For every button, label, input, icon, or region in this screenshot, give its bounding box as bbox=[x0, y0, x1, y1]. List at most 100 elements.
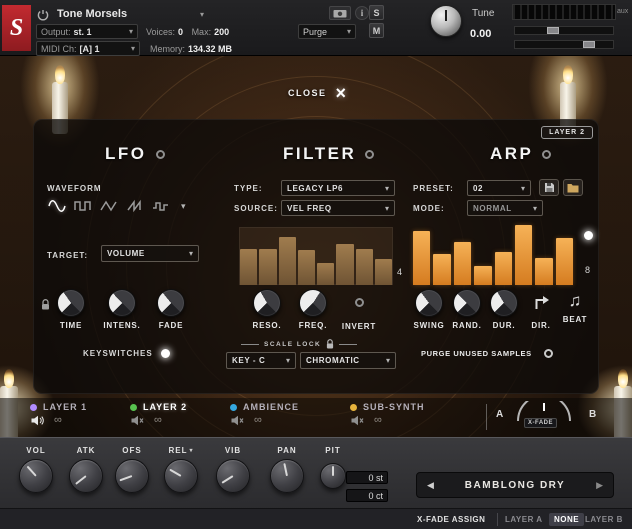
filter-step-table[interactable] bbox=[239, 227, 393, 285]
layer-label[interactable]: LAYER 1 bbox=[43, 402, 87, 412]
step-bar[interactable] bbox=[556, 238, 573, 285]
aux-slider-1[interactable] bbox=[514, 26, 614, 35]
step-bar[interactable] bbox=[433, 254, 450, 285]
vibrato-knob[interactable] bbox=[216, 459, 250, 493]
purge-samples-led[interactable] bbox=[544, 349, 553, 358]
sine-wave-button[interactable] bbox=[45, 197, 69, 215]
step-bar[interactable] bbox=[535, 258, 552, 285]
link-icon[interactable]: ∞ bbox=[154, 415, 162, 426]
lock-icon[interactable] bbox=[41, 297, 50, 315]
intensity-knob[interactable] bbox=[108, 289, 136, 317]
filter-type-dropdown[interactable]: LEGACY LP6 ▾ bbox=[281, 180, 395, 196]
pitch-cents-field[interactable]: 0 ct bbox=[346, 489, 388, 502]
layer-item-4[interactable]: SUB-SYNTH ∞ bbox=[350, 402, 425, 426]
next-sample-icon[interactable]: ▶ bbox=[596, 480, 603, 491]
solo-button[interactable]: S bbox=[369, 5, 384, 20]
saw-wave-button[interactable] bbox=[123, 197, 147, 215]
offset-knob[interactable] bbox=[115, 459, 149, 493]
invert-led[interactable] bbox=[355, 298, 364, 307]
preset-dropdown[interactable]: 02 ▾ bbox=[467, 180, 531, 196]
speaker-muted-icon[interactable] bbox=[351, 415, 364, 426]
time-knob[interactable] bbox=[57, 289, 85, 317]
arp-steps-count[interactable]: 8 bbox=[585, 265, 590, 275]
attack-knob[interactable] bbox=[69, 459, 103, 493]
mode-dropdown[interactable]: NORMAL ▾ bbox=[467, 200, 543, 216]
snapshot-camera-button[interactable] bbox=[329, 6, 351, 20]
prev-sample-icon[interactable]: ◀ bbox=[427, 480, 434, 491]
save-preset-button[interactable] bbox=[539, 179, 559, 196]
target-dropdown[interactable]: VOLUME ▾ bbox=[101, 245, 199, 262]
midi-channel-dropdown[interactable]: MIDI Ch: [A] 1 ▾ bbox=[36, 41, 140, 56]
speaker-on-icon[interactable] bbox=[31, 415, 44, 426]
link-icon[interactable]: ∞ bbox=[54, 415, 62, 426]
layer-item-2[interactable]: LAYER 2 ∞ bbox=[130, 402, 187, 426]
link-icon[interactable]: ∞ bbox=[254, 415, 262, 426]
chevron-down-icon: ▾ bbox=[385, 184, 389, 193]
step-bar[interactable] bbox=[259, 249, 276, 285]
filter-source-dropdown[interactable]: VEL FREQ ▾ bbox=[281, 200, 395, 216]
keyswitches-led[interactable] bbox=[161, 349, 170, 358]
release-dropdown-icon[interactable]: ▾ bbox=[189, 447, 193, 454]
lfo-power-led[interactable] bbox=[156, 150, 165, 159]
sample-name[interactable]: BAMBLONG DRY bbox=[434, 480, 596, 491]
frequency-knob[interactable] bbox=[299, 289, 327, 317]
step-bar[interactable] bbox=[317, 263, 334, 285]
step-bar[interactable] bbox=[413, 231, 430, 285]
layer-item-3[interactable]: AMBIENCE ∞ bbox=[230, 402, 299, 426]
aux-slider-2[interactable] bbox=[514, 40, 614, 49]
scale-dropdown[interactable]: CHROMATIC ▾ bbox=[300, 352, 396, 369]
arp-power-led[interactable] bbox=[542, 150, 551, 159]
layer-label[interactable]: AMBIENCE bbox=[243, 402, 299, 412]
waveform-dropdown-icon[interactable]: ▾ bbox=[181, 201, 186, 212]
mute-button[interactable]: M bbox=[369, 23, 384, 38]
direction-icon[interactable] bbox=[533, 294, 550, 316]
purge-dropdown[interactable]: Purge ▾ bbox=[298, 24, 356, 39]
assign-option-layer-a[interactable]: LAYER A bbox=[505, 515, 543, 524]
step-bar[interactable] bbox=[474, 266, 491, 285]
link-icon[interactable]: ∞ bbox=[374, 415, 382, 426]
filter-steps-count[interactable]: 4 bbox=[397, 267, 402, 277]
random-wave-button[interactable] bbox=[149, 197, 173, 215]
slider-handle[interactable] bbox=[583, 41, 595, 48]
step-bar[interactable] bbox=[495, 252, 512, 285]
speaker-muted-icon[interactable] bbox=[131, 415, 144, 426]
step-bar[interactable] bbox=[240, 249, 257, 285]
load-preset-button[interactable] bbox=[563, 179, 583, 196]
step-bar[interactable] bbox=[336, 244, 353, 285]
beat-icon[interactable]: ♫ bbox=[569, 291, 582, 311]
random-knob[interactable] bbox=[453, 289, 481, 317]
layer-label[interactable]: SUB-SYNTH bbox=[363, 402, 425, 412]
arp-table-led[interactable] bbox=[584, 231, 593, 240]
step-bar[interactable] bbox=[279, 237, 296, 285]
duration-knob[interactable] bbox=[490, 289, 518, 317]
info-icon[interactable]: i bbox=[355, 6, 369, 20]
layer-item-1[interactable]: LAYER 1 ∞ bbox=[30, 402, 87, 426]
step-bar[interactable] bbox=[298, 250, 315, 285]
title-dropdown-icon[interactable]: ▾ bbox=[200, 10, 204, 19]
triangle-wave-button[interactable] bbox=[97, 197, 121, 215]
step-bar[interactable] bbox=[454, 242, 471, 285]
key-dropdown[interactable]: KEY - C ▾ bbox=[226, 352, 296, 369]
square-wave-button[interactable] bbox=[71, 197, 95, 215]
pitch-knob[interactable] bbox=[320, 463, 346, 489]
step-bar[interactable] bbox=[375, 259, 392, 285]
release-knob[interactable] bbox=[164, 459, 198, 493]
slider-handle[interactable] bbox=[547, 27, 559, 34]
resonance-knob[interactable] bbox=[253, 289, 281, 317]
tune-knob[interactable] bbox=[430, 5, 462, 37]
arp-step-table[interactable] bbox=[413, 225, 573, 285]
pitch-semitones-field[interactable]: 0 st bbox=[346, 471, 388, 484]
speaker-muted-icon[interactable] bbox=[231, 415, 244, 426]
swing-knob[interactable] bbox=[415, 289, 443, 317]
step-bar[interactable] bbox=[356, 249, 373, 285]
assign-option-layer-b[interactable]: LAYER B bbox=[585, 515, 623, 524]
step-bar[interactable] bbox=[515, 225, 532, 285]
layer-label[interactable]: LAYER 2 bbox=[143, 402, 187, 412]
filter-power-led[interactable] bbox=[365, 150, 374, 159]
output-dropdown[interactable]: Output: st. 1 ▾ bbox=[36, 24, 138, 39]
volume-knob[interactable] bbox=[19, 459, 53, 493]
fade-knob[interactable] bbox=[157, 289, 185, 317]
close-button[interactable]: CLOSE × bbox=[288, 80, 346, 106]
pan-knob[interactable] bbox=[270, 459, 304, 493]
assign-option-none[interactable]: NONE bbox=[549, 513, 584, 526]
